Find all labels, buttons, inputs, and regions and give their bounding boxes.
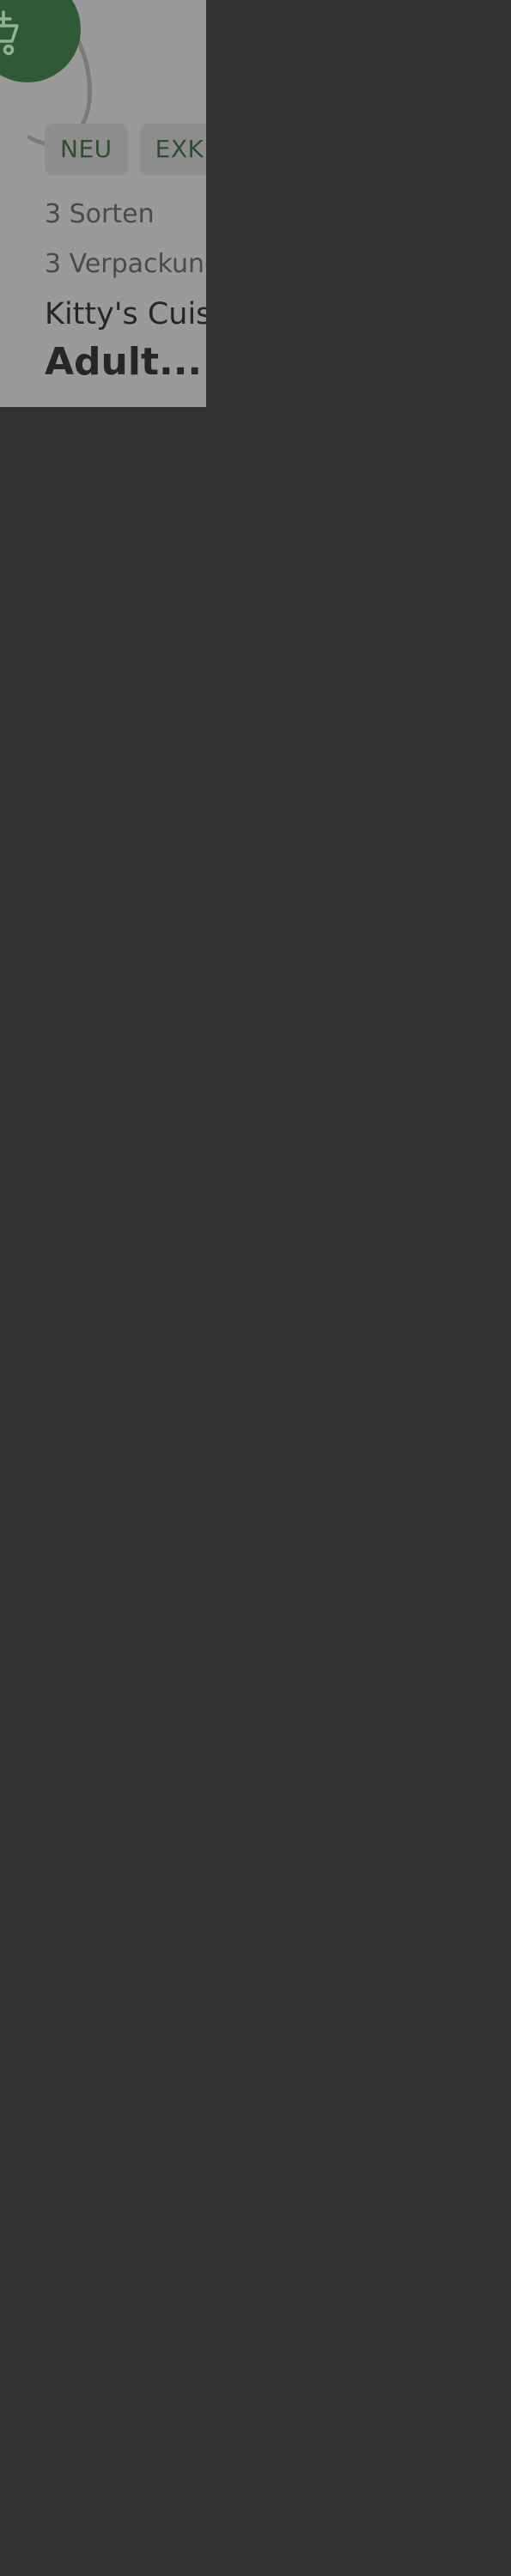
page: NEU EXKLUSIV 3 Sorten 3 Verpackungen Kit… [0,0,511,2576]
product-brand[interactable]: Kitty's Cuisine [45,297,206,331]
variant-count: 3 Sorten [45,199,155,229]
add-to-cart-button[interactable] [0,0,81,82]
packaging-count: 3 Verpackungen [45,249,206,279]
cart-plus-icon [0,10,19,56]
badge-exclusive: EXKLUSIV [139,124,206,175]
badge-new: NEU [45,124,128,175]
product-card[interactable]: NEU EXKLUSIV 3 Sorten 3 Verpackungen Kit… [0,0,206,407]
badge-row: NEU EXKLUSIV [45,124,206,175]
product-title[interactable]: Adult... [45,340,202,384]
